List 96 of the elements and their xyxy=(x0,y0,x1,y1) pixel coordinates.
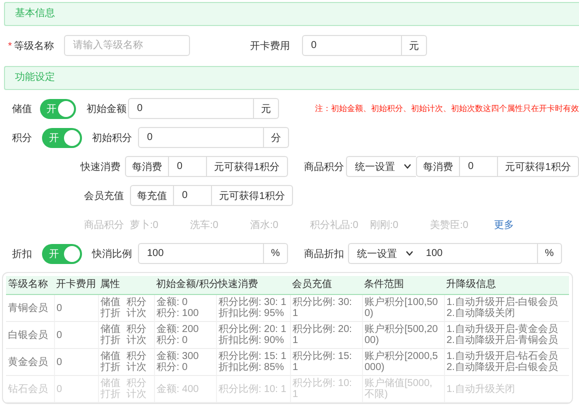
attribute-text: 储值 xyxy=(100,378,120,389)
note-text: 注：初始金额、初始积分、初始计次、初始次数这四个属性只在开卡时有效 xyxy=(315,103,579,114)
field-label: 储值 xyxy=(11,102,33,116)
field-label: 折扣 xyxy=(11,248,33,260)
unit-addon: % xyxy=(264,243,288,264)
more-link[interactable]: 更多 xyxy=(494,218,514,232)
table-cell: 积分比例: 20: 1 折扣比例: 90% xyxy=(216,322,290,348)
table-cell: 账户储值[5000,不限) xyxy=(362,376,444,402)
table-cell: 1.自动升级开启-钻石会员 2.自动降级开启-白银会员 xyxy=(444,348,569,376)
product-points-text: 萝卜:0 xyxy=(130,218,160,232)
column-header: 开卡费用 xyxy=(54,276,98,294)
prefix-addon: 每充值 xyxy=(130,185,174,206)
attribute-text: 打折 xyxy=(100,362,120,373)
text-input[interactable]: 0 xyxy=(128,98,254,119)
table-cell: 0 xyxy=(54,294,98,322)
level-name-input[interactable]: 请输入等级名称 xyxy=(64,35,190,56)
attribute-text: 积分 xyxy=(126,324,146,335)
suffix-addon: 元可获得1积分 xyxy=(206,156,288,177)
field-label: 快消比例 xyxy=(92,248,133,260)
table-cell: 积分比例: 10: 1 xyxy=(216,376,290,402)
text-input[interactable]: 0 xyxy=(174,185,212,206)
suffix-addon: 元可获得1积分 xyxy=(212,185,293,206)
table-cell: 账户积分[500,2000) xyxy=(362,322,444,348)
text-input[interactable]: 100 xyxy=(138,243,264,264)
prefix-addon: 每消费 xyxy=(416,156,460,177)
field-label: 积分 xyxy=(11,132,33,144)
field-label: 商品积分 xyxy=(304,160,345,174)
table-cell: 积分比例: 15: 1 折扣比例: 85% xyxy=(216,348,290,376)
text-input[interactable]: 0 xyxy=(168,156,207,177)
section-header: 功能设定 xyxy=(4,66,579,90)
attribute-text: 积分 xyxy=(126,297,146,308)
unit-addon: 元 xyxy=(254,98,279,119)
table-cell: 0 xyxy=(54,376,98,402)
table-cell: 积分比例: 20: 1 xyxy=(290,322,362,348)
table-cell: 0 xyxy=(54,322,98,348)
attribute-text: 计次 xyxy=(126,335,146,346)
field-label: 商品折扣 xyxy=(304,248,345,260)
unit-addon: 分 xyxy=(264,127,289,148)
table-cell: 0 xyxy=(54,348,98,376)
table-cell: 1.自动升级开启-白银会员 2.自动降级关闭 xyxy=(444,294,569,322)
prefix-addon: 每消费 xyxy=(124,156,169,177)
attribute-text: 储值 xyxy=(100,297,120,308)
attribute-text: 计次 xyxy=(126,389,146,400)
attribute-text: 计次 xyxy=(126,362,146,373)
attribute-text: 储值 xyxy=(100,351,120,362)
table-cell: 账户积分[2000,5000) xyxy=(362,348,444,376)
table-cell: 1.自动升级开启-黄金会员 2.自动降级开启-青铜会员 xyxy=(444,322,569,348)
product-points-text: 刚刚:0 xyxy=(370,218,400,232)
attribute-text: 打折 xyxy=(100,389,120,400)
table-cell: 钻石会员 xyxy=(6,376,54,402)
product-points-text: 洗车:0 xyxy=(190,218,220,232)
unit-addon: % xyxy=(538,243,562,264)
column-header: 等级名称 xyxy=(6,276,54,294)
field-label: * 等级名称 xyxy=(7,40,55,52)
field-label: 初始金额 xyxy=(86,102,128,116)
column-header: 会员充值 xyxy=(290,276,362,294)
column-header: 升降级信息 xyxy=(444,276,569,294)
column-header: 条件范围 xyxy=(362,276,444,294)
attribute-text: 积分 xyxy=(126,351,146,362)
table-cell: 积分比例: 30: 1 xyxy=(290,294,362,322)
product-points-text: 酒水:0 xyxy=(250,218,280,232)
unit-addon: 元 xyxy=(402,35,427,56)
attribute-text: 打折 xyxy=(100,335,120,346)
text-input[interactable]: 0 xyxy=(138,127,264,148)
card-fee-input[interactable]: 0 xyxy=(302,35,402,56)
attribute-text: 打折 xyxy=(100,308,120,319)
column-header: 属性 xyxy=(98,276,154,294)
attribute-text: 储值 xyxy=(100,324,120,335)
column-header: 快速消费 xyxy=(216,276,290,294)
table-cell: 积分比例: 10: 1 xyxy=(290,376,362,402)
table-cell: 1.自动升级关闭 xyxy=(444,376,569,402)
table-cell: 青铜会员 xyxy=(6,294,54,322)
table-cell: 白银会员 xyxy=(6,322,54,348)
chevron-down-icon xyxy=(404,164,411,169)
product-points-text: 美赞臣:0 xyxy=(430,218,470,232)
suffix-addon: 元可获得1积分 xyxy=(498,156,579,177)
select-dropdown[interactable]: 统一设置 xyxy=(346,156,416,177)
field-label: 商品积分 xyxy=(84,218,125,232)
section-header: 基本信息 xyxy=(4,2,579,26)
field-label: 快速消费 xyxy=(80,160,122,174)
column-header: 初始金额/积分 xyxy=(154,276,216,294)
product-points-text: 积分礼品:0 xyxy=(310,218,360,232)
table-cell: 积分比例: 15: 1 xyxy=(290,348,362,376)
attribute-text: 计次 xyxy=(126,308,146,319)
field-label: 会员充值 xyxy=(84,190,125,202)
field-label: 初始积分 xyxy=(92,132,133,144)
text-input[interactable]: 0 xyxy=(460,156,498,177)
field-label: 开卡费用 xyxy=(250,40,291,52)
table-cell: 金额: 200 积分: 0 xyxy=(154,322,216,348)
attribute-text: 积分 xyxy=(126,378,146,389)
table-cell: 金额: 300 积分: 0 xyxy=(154,348,216,376)
table-cell: 积分比例: 30: 1 折扣比例: 95% xyxy=(216,294,290,322)
table-cell: 金额: 400 xyxy=(154,376,216,402)
table-cell: 账户积分[100,500) xyxy=(362,294,444,322)
table-cell: 黄金会员 xyxy=(6,348,54,376)
table-cell: 金额: 0 积分: 100 xyxy=(154,294,216,322)
